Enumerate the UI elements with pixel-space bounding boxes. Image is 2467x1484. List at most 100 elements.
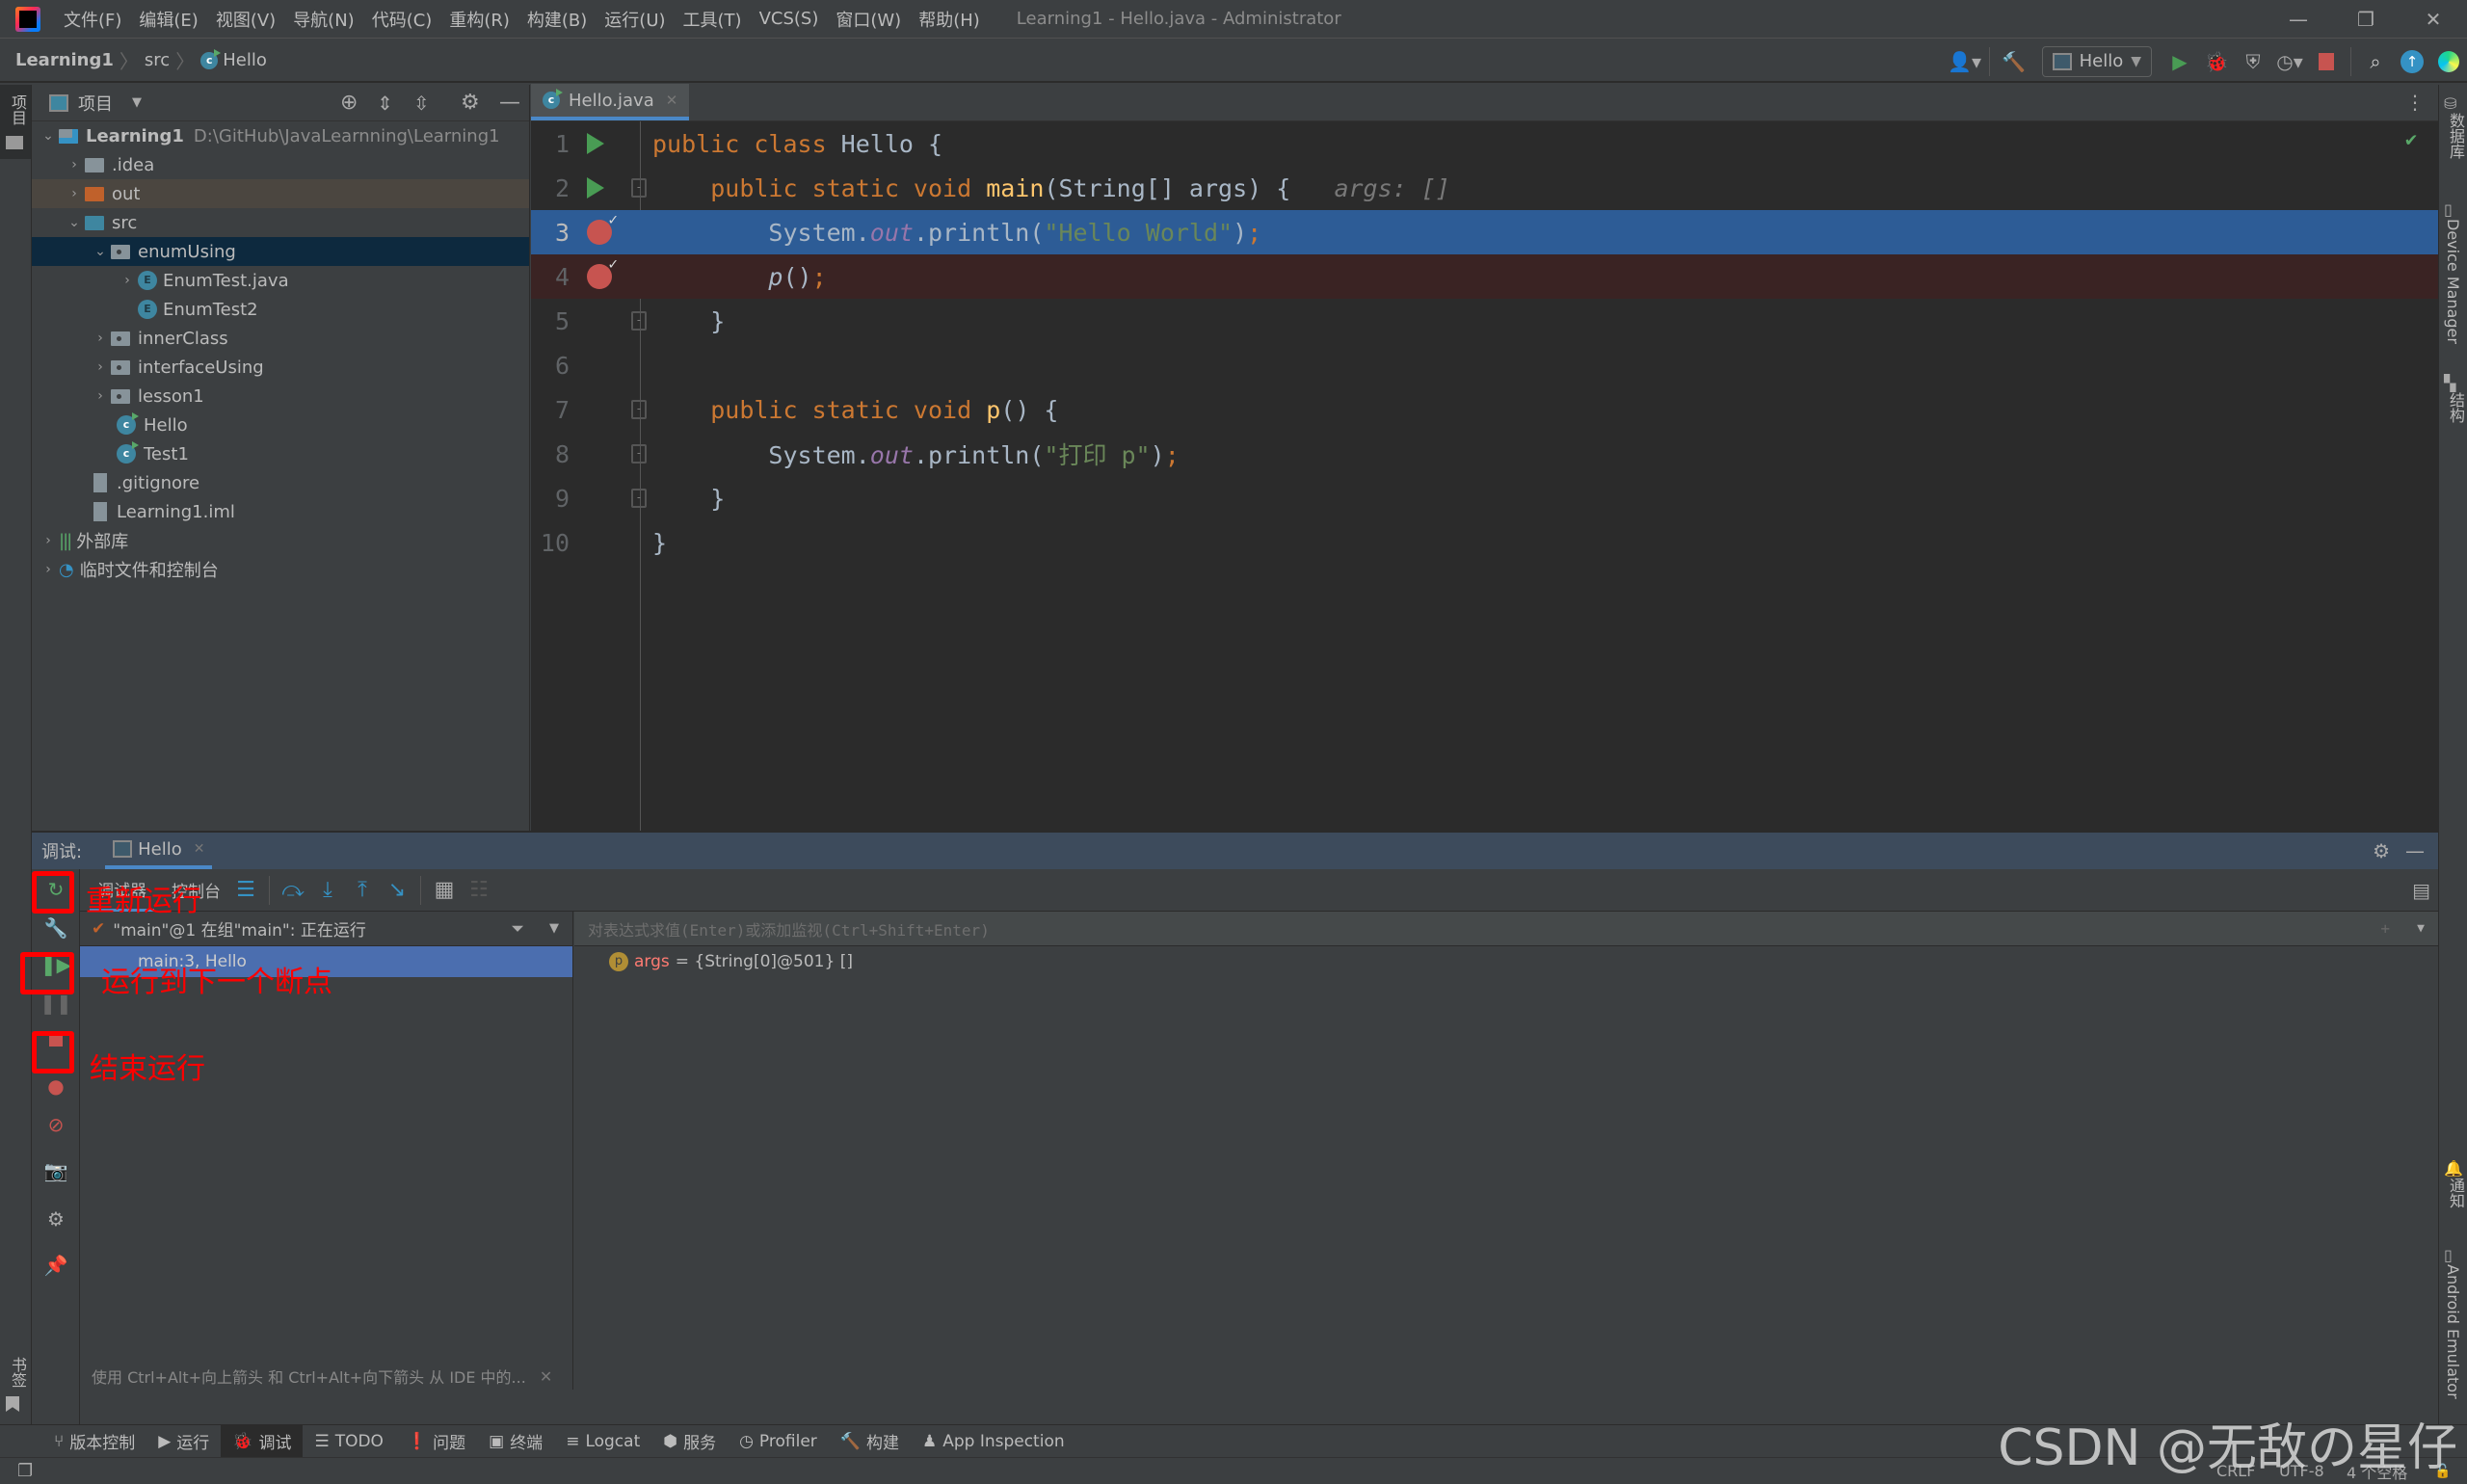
locate-file-icon[interactable]: ⊕ [340,91,358,115]
tree-item-lesson1[interactable]: › lesson1 [32,382,529,411]
tool-tab-debug[interactable]: 🐞 调试 [221,1424,304,1458]
menu-navigate[interactable]: 导航(N) [293,7,355,32]
hide-panel-icon[interactable]: — [2405,839,2425,862]
tree-item-innerclass[interactable]: › innerClass [32,324,529,353]
tool-tab-terminal[interactable]: ▣ 终端 [477,1425,554,1458]
profile-icon[interactable]: ◷▾ [2271,43,2308,80]
breakpoint-icon[interactable] [587,254,618,289]
chevron-down-icon[interactable]: ▼ [132,95,142,110]
fold-icon[interactable]: - [631,489,647,508]
run-gutter-icon[interactable] [587,177,604,199]
search-icon[interactable]: ⌕ [2357,43,2394,80]
chevron-down-icon[interactable]: ⌄ [38,128,59,144]
tool-tab-run[interactable]: ▶ 运行 [146,1425,221,1458]
settings-gear-icon[interactable]: ⚙ [40,1203,72,1235]
tool-tab-todo[interactable]: ☰ TODO [303,1425,395,1458]
chevron-right-icon[interactable]: › [64,186,85,201]
chevron-right-icon[interactable]: › [117,273,138,288]
database-tool-button[interactable]: ⛁ 数据库 [2444,94,2467,164]
chevron-right-icon[interactable]: › [90,388,111,404]
hide-panel-icon[interactable]: — [499,91,520,115]
chevron-right-icon[interactable]: › [90,359,111,375]
close-tab-icon[interactable]: ✕ [666,92,678,109]
breadcrumb-hello[interactable]: c Hello [200,48,267,70]
tool-tab-logcat[interactable]: ≡ Logcat [554,1425,651,1458]
breadcrumb-src[interactable]: src [145,50,170,70]
close-hint-icon[interactable]: ✕ [540,1367,552,1386]
menu-file[interactable]: 文件(F) [64,7,121,32]
android-emulator-tool-button[interactable]: ▯ Android Emulator [2444,1246,2462,1404]
toolbox-icon[interactable] [2430,43,2467,80]
evaluate-expression-icon[interactable]: ▦ [427,873,462,908]
menu-build[interactable]: 构建(B) [527,7,587,32]
bookmarks-tool-button[interactable]: 书签 [6,1357,29,1412]
coverage-icon[interactable]: ⛨ [2235,43,2271,80]
more-options-icon[interactable]: ⋮ [2405,91,2425,114]
menu-window[interactable]: 窗口(W) [836,7,901,32]
chevron-right-icon[interactable]: › [64,157,85,172]
tool-tab-vcs[interactable]: ⑂ 版本控制 [42,1425,146,1458]
chevron-down-icon[interactable]: ⌄ [90,244,111,259]
close-button[interactable]: ✕ [2404,4,2462,35]
pin-icon[interactable]: 📌 [40,1249,72,1282]
close-tab-icon[interactable]: ✕ [194,841,205,857]
chevron-right-icon[interactable]: › [38,533,59,548]
project-view-label[interactable]: 项目 [78,91,113,116]
debug-bug-icon[interactable]: 🐞 [2198,43,2235,80]
tree-item-learning1[interactable]: ⌄ Learning1 D:\GitHub\JavaLearnning\Lear… [32,121,529,150]
tree-item-idea[interactable]: › .idea [32,150,529,179]
fold-icon[interactable]: - [631,311,647,331]
collapse-all-icon[interactable]: ⇳ [413,92,430,115]
tree-item-enumusing[interactable]: ⌄ enumUsing [32,237,529,266]
tree-item-hello[interactable]: c Hello [32,411,529,439]
toggle-tool-windows-icon[interactable]: ❐ [17,1461,33,1481]
view-breakpoints-icon[interactable]: ● [40,1070,72,1102]
expand-all-icon[interactable]: ⇕ [377,92,393,115]
menu-refactor[interactable]: 重构(R) [449,7,510,32]
tree-item-gitignore[interactable]: .gitignore [32,468,529,497]
breadcrumb-project[interactable]: Learning1 [15,50,114,70]
tree-item-interfaceusing[interactable]: › interfaceUsing [32,353,529,382]
tool-tab-services[interactable]: ⬢ 服务 [651,1425,728,1458]
tree-item-external-libraries[interactable]: › ||| 外部库 [32,526,529,555]
tab-hello-java[interactable]: c Hello.java ✕ [531,84,690,120]
run-configuration-dropdown[interactable]: Hello ▼ [2041,45,2152,77]
device-manager-tool-button[interactable]: ▯ Device Manager [2444,200,2462,349]
fold-icon[interactable]: - [631,444,647,464]
tree-item-src[interactable]: ⌄ src [32,208,529,237]
fold-icon[interactable]: - [631,400,647,419]
run-to-cursor-icon[interactable]: ↘ [380,873,414,908]
tool-tab-build[interactable]: 🔨 构建 [829,1425,911,1458]
menu-code[interactable]: 代码(C) [372,7,433,32]
menu-edit[interactable]: 编辑(E) [139,7,198,32]
breakpoint-icon[interactable] [587,210,618,245]
chevron-down-icon[interactable]: ⌄ [64,215,85,230]
menu-help[interactable]: 帮助(H) [918,7,980,32]
camera-icon[interactable]: 📷 [40,1154,72,1187]
code-area[interactable]: ✔ 1 public class Hello { 2 - public stat… [531,121,2438,831]
step-over-icon[interactable]: ⤼ [276,873,310,908]
variable-row[interactable]: p args = {String[0]@501} [] [574,946,2438,977]
step-out-icon[interactable]: ⤒ [345,873,380,908]
update-icon[interactable]: ↑ [2394,43,2430,80]
tree-item-iml[interactable]: Learning1.iml [32,497,529,526]
fold-icon[interactable]: - [631,178,647,198]
tool-tab-problems[interactable]: ❗ 问题 [395,1425,477,1458]
run-gutter-icon[interactable] [587,133,604,154]
chevron-down-icon[interactable]: ▼ [2417,921,2425,936]
tree-item-enumtest2[interactable]: E EnumTest2 [32,295,529,324]
tree-item-enumtest-java[interactable]: › E EnumTest.java [32,266,529,295]
run-icon[interactable]: ▶ [2162,43,2198,80]
intellij-logo-icon[interactable] [15,6,40,32]
build-hammer-icon[interactable]: 🔨 [1996,43,2032,80]
stop-icon[interactable] [2308,43,2345,80]
menu-run[interactable]: 运行(U) [604,7,665,32]
step-into-icon[interactable]: ⤓ [310,873,345,908]
menu-view[interactable]: 视图(V) [216,7,276,32]
tree-item-out[interactable]: › out [32,179,529,208]
modify-config-wrench-icon[interactable]: 🔧 [40,912,72,944]
layout-settings-icon[interactable]: ▤ [2412,879,2430,902]
tool-tab-app-inspection[interactable]: ♟ App Inspection [911,1425,1076,1458]
notifications-tool-button[interactable]: 🔔 通知 [2444,1159,2467,1213]
menu-tools[interactable]: 工具(T) [683,7,742,32]
